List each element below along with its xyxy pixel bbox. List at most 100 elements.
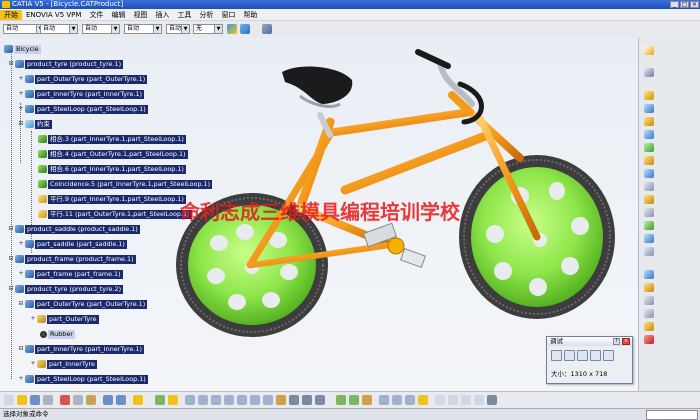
- expand-icon[interactable]: +: [30, 316, 36, 322]
- transparency-combo[interactable]: 自动 ▼: [40, 24, 78, 34]
- color-combo[interactable]: 自动▼: [3, 24, 45, 34]
- options-icon[interactable]: [577, 350, 588, 361]
- menu-edit[interactable]: 编辑: [107, 10, 129, 20]
- render-icon[interactable]: [461, 395, 471, 405]
- copy-icon[interactable]: [73, 395, 83, 405]
- menu-view[interactable]: 视图: [129, 10, 151, 20]
- fix-icon[interactable]: [644, 296, 654, 305]
- fix-together-icon[interactable]: [644, 309, 654, 318]
- point-type-combo[interactable]: 自动 ▼: [166, 24, 190, 34]
- component-icon[interactable]: [644, 104, 654, 113]
- cut-icon[interactable]: [60, 395, 70, 405]
- compass-icon[interactable]: [487, 395, 497, 405]
- zoom-out-icon[interactable]: [250, 395, 260, 405]
- capture-icon[interactable]: [448, 395, 458, 405]
- angle-constraint-icon[interactable]: [644, 283, 654, 292]
- tree-node-product-saddle[interactable]: ⊟ product_saddle (product_saddle.1): [8, 224, 140, 234]
- tree-node-constraint[interactable]: 相合.6 (part_InnerTyre.1,part_SteelLoop.1): [38, 164, 186, 174]
- apply-material-icon[interactable]: [362, 395, 372, 405]
- tree-node-constraint[interactable]: 相合.4 (part_OuterTyre.1,part_SteelLoop.1): [38, 149, 188, 159]
- catalog-icon[interactable]: [168, 395, 178, 405]
- open-icon[interactable]: [17, 395, 27, 405]
- expand-icon[interactable]: +: [18, 271, 24, 277]
- menu-enovia[interactable]: ENOVIA V5 VPM: [22, 11, 85, 19]
- tree-node-material[interactable]: Rubber: [40, 329, 75, 339]
- tree-node-constraint[interactable]: 相合.3 (part_InnerTyre.1,part_SteelLoop.1): [38, 134, 186, 144]
- swap-visible-space-icon[interactable]: [315, 395, 325, 405]
- fit-all-icon[interactable]: [198, 395, 208, 405]
- tree-node-part-outertyre[interactable]: + part_OuterTyre (part_OuterTyre.1): [18, 74, 148, 84]
- tree-node-product-tyre-1[interactable]: ⊟ product_tyre (product_tyre.1): [8, 59, 124, 69]
- expand-icon[interactable]: ⊟: [8, 61, 14, 67]
- tree-node-part-innertyre-2[interactable]: ⊟ part_InnerTyre (part_InnerTyre.1): [18, 344, 145, 354]
- part-icon[interactable]: [644, 117, 654, 126]
- menu-help[interactable]: 帮助: [239, 10, 261, 20]
- scene-icon[interactable]: [435, 395, 445, 405]
- measure-item-icon[interactable]: [349, 395, 359, 405]
- tree-node-constraints[interactable]: ⊟ 约束: [18, 119, 52, 129]
- paintbrush-icon[interactable]: [227, 24, 237, 34]
- tree-node-part-frame[interactable]: + part_frame (part_frame.1): [18, 269, 123, 279]
- save-icon[interactable]: [603, 350, 614, 361]
- tree-node-product-frame[interactable]: ⊟ product_frame (product_frame.1): [8, 254, 136, 264]
- tree-node-part-body[interactable]: + part_InnerTyre: [30, 359, 97, 369]
- gear-icon[interactable]: [262, 24, 272, 34]
- sketch-icon[interactable]: [644, 68, 654, 77]
- offset-constraint-icon[interactable]: [644, 270, 654, 279]
- menu-analysis[interactable]: 分析: [195, 10, 217, 20]
- tree-node-part-outertyre-2[interactable]: ⊟ part_OuterTyre (part_OuterTyre.1): [18, 299, 148, 309]
- print-icon[interactable]: [564, 350, 575, 361]
- replace-icon[interactable]: [644, 143, 654, 152]
- undo-icon[interactable]: [103, 395, 113, 405]
- whats-this-icon[interactable]: [133, 395, 143, 405]
- coincidence-constraint-icon[interactable]: [644, 234, 654, 243]
- saddle[interactable]: [282, 66, 353, 108]
- save-icon[interactable]: [30, 395, 40, 405]
- tree-node-constraint[interactable]: 平行.11 (part_OuterTyre.1,part_SteelLoop.1…: [38, 209, 192, 219]
- existing-component-icon[interactable]: [644, 130, 654, 139]
- rotate-icon[interactable]: [224, 395, 234, 405]
- line-type-combo[interactable]: 自动 ▼: [124, 24, 162, 34]
- light-icon[interactable]: [474, 395, 484, 405]
- expand-icon[interactable]: ⊟: [8, 226, 14, 232]
- expand-icon[interactable]: +: [18, 241, 24, 247]
- menu-file[interactable]: 文件: [85, 10, 107, 20]
- line-thickness-combo[interactable]: 自动 ▼: [82, 24, 120, 34]
- expand-icon[interactable]: ⊟: [18, 121, 24, 127]
- menu-window[interactable]: 窗口: [217, 10, 239, 20]
- tree-node-product-tyre-2[interactable]: ⊟ product_tyre (product_tyre.2): [8, 284, 124, 294]
- expand-icon[interactable]: +: [18, 376, 24, 382]
- expand-icon[interactable]: +: [30, 361, 36, 367]
- camera-icon[interactable]: [551, 350, 562, 361]
- publish-icon[interactable]: [418, 395, 428, 405]
- numbering-icon[interactable]: [644, 169, 654, 178]
- hide-show-icon[interactable]: [302, 395, 312, 405]
- expand-icon[interactable]: ⊟: [18, 301, 24, 307]
- expand-icon[interactable]: +: [18, 76, 24, 82]
- select-arrow-icon[interactable]: [644, 46, 654, 55]
- paste-icon[interactable]: [86, 395, 96, 405]
- redo-icon[interactable]: [116, 395, 126, 405]
- iso-view-icon[interactable]: [276, 395, 286, 405]
- maximize-button[interactable]: □: [680, 1, 689, 8]
- tree-node-part-saddle[interactable]: + part_saddle (part_saddle.1): [18, 239, 127, 249]
- layer-combo[interactable]: 无 ▼: [193, 24, 223, 34]
- stop-manipulate-icon[interactable]: [644, 221, 654, 230]
- expand-icon[interactable]: +: [18, 106, 24, 112]
- tree-node-constraint[interactable]: 平行.9 (part_InnerTyre.1,part_SteelLoop.1): [38, 194, 186, 204]
- snap-icon[interactable]: [644, 195, 654, 204]
- close-button[interactable]: ×: [690, 1, 699, 8]
- tree-node-part-body[interactable]: + part_OuterTyre: [30, 314, 99, 324]
- expand-icon[interactable]: ⊟: [18, 346, 24, 352]
- expand-icon[interactable]: ⊟: [8, 286, 14, 292]
- tree-node-part-innertyre[interactable]: + part_InnerTyre (part_InnerTyre.1): [18, 89, 145, 99]
- product-icon[interactable]: [644, 91, 654, 100]
- album-icon[interactable]: [590, 350, 601, 361]
- crank-pedal[interactable]: [362, 222, 427, 269]
- normal-view-icon[interactable]: [263, 395, 273, 405]
- tree-node-part-steelloop-2[interactable]: + part_SteelLoop (part_SteelLoop.1): [18, 374, 148, 384]
- tree-node-constraint[interactable]: Coincidence.5 (part_InnerTyre.1,part_Ste…: [38, 179, 213, 189]
- contact-constraint-icon[interactable]: [644, 247, 654, 256]
- minimize-button[interactable]: _: [670, 1, 679, 8]
- dialog-close-button[interactable]: ×: [622, 338, 630, 345]
